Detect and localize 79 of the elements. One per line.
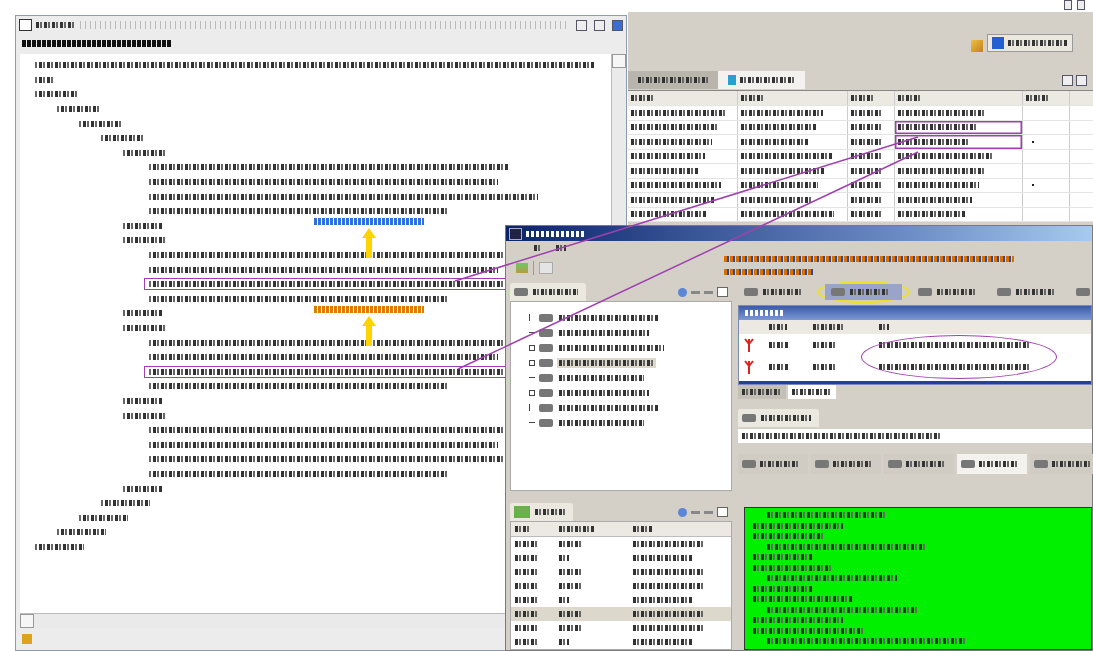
device-icon [539, 403, 553, 412]
minimize-icon[interactable] [576, 19, 587, 31]
table-cell [848, 106, 895, 120]
antenna-icon [743, 337, 755, 353]
device-icon [514, 288, 528, 296]
up-arrow-icon [362, 316, 376, 346]
column-header[interactable] [1023, 91, 1070, 105]
panel-icon [514, 506, 530, 518]
device-icon [1076, 288, 1090, 296]
table-cell [848, 193, 895, 207]
table-cell [848, 178, 895, 192]
console-tab[interactable] [884, 454, 954, 474]
device-icon [815, 460, 829, 468]
device-icon [742, 414, 756, 422]
view-tab[interactable] [718, 71, 805, 89]
console-tab[interactable] [738, 454, 808, 474]
status-icon [22, 634, 32, 644]
command-field[interactable] [738, 429, 1092, 443]
device-icon [918, 288, 932, 296]
device-icon [742, 460, 756, 468]
device-icon [539, 328, 553, 337]
device-icon [831, 288, 845, 296]
column-header[interactable] [895, 91, 1023, 105]
console-tab[interactable] [957, 454, 1027, 474]
device-icon [997, 288, 1011, 296]
device-icon [744, 288, 758, 296]
table-cell [848, 120, 895, 134]
expand-icon[interactable] [529, 344, 535, 351]
console-tab[interactable] [811, 454, 881, 474]
menu-item[interactable] [556, 245, 566, 251]
maximize-icon[interactable] [717, 287, 728, 297]
maximize-icon[interactable] [717, 507, 728, 517]
device-icon [539, 343, 553, 352]
device-icon [961, 460, 975, 468]
console-tab[interactable] [1030, 454, 1093, 474]
antenna-icon [743, 359, 755, 375]
device-icon [888, 460, 902, 468]
menu-item[interactable] [534, 245, 542, 251]
tree-item[interactable] [557, 402, 661, 413]
tree-item[interactable] [557, 357, 656, 368]
perspective-button[interactable] [987, 34, 1073, 52]
column-header[interactable] [848, 91, 895, 105]
table-cell [848, 149, 895, 163]
sheet-tab[interactable] [738, 385, 786, 399]
view-tab[interactable] [738, 409, 819, 427]
window-icon [19, 19, 32, 31]
up-arrow-icon [362, 228, 376, 258]
device-icon [539, 418, 553, 427]
tree-item[interactable] [557, 327, 651, 338]
tree-item[interactable] [557, 417, 646, 428]
list-tab[interactable] [510, 503, 573, 521]
column-header[interactable] [628, 91, 738, 105]
tree-item[interactable] [557, 312, 661, 323]
list-row[interactable] [511, 607, 731, 621]
close-icon[interactable] [612, 19, 623, 31]
sheet-tab[interactable] [788, 385, 836, 399]
column-header[interactable] [738, 91, 848, 105]
table-cell [848, 164, 895, 178]
maximize-icon[interactable] [594, 19, 605, 31]
table-cell [848, 135, 895, 149]
device-icon [539, 388, 553, 397]
minimize-icon[interactable] [1076, 74, 1087, 86]
perspective-icon [992, 37, 1004, 49]
tree-tab[interactable] [510, 283, 586, 301]
device-icon [1034, 460, 1048, 468]
device-icon [539, 313, 553, 322]
view-tab[interactable] [628, 71, 718, 89]
window-icon [509, 227, 522, 240]
device-icon [539, 358, 553, 367]
expand-icon[interactable] [529, 359, 535, 366]
file-icon [728, 75, 736, 85]
tree-item[interactable] [557, 387, 651, 398]
editor-tab[interactable] [825, 284, 902, 300]
device-icon [539, 373, 553, 382]
tree-item[interactable] [557, 372, 646, 383]
expand-icon[interactable] [529, 389, 535, 396]
tree-item[interactable] [557, 342, 666, 353]
save-icon[interactable] [1062, 74, 1073, 86]
table-cell [848, 207, 895, 221]
